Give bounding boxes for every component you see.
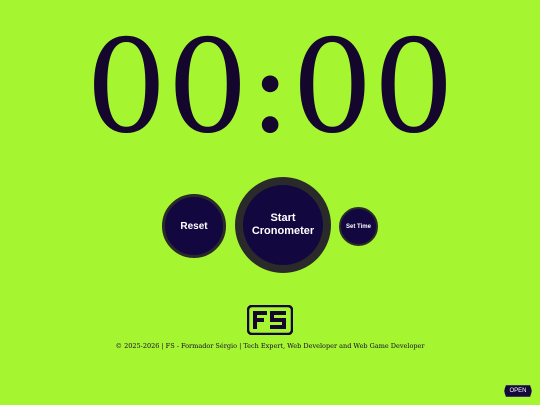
reset-button-label: Reset <box>180 220 208 232</box>
footer-copyright: © 2025-2026 | FS - Formador Sérgio | Tec… <box>115 342 425 350</box>
set-time-button[interactable]: Set Time <box>339 207 378 246</box>
open-button-label: OPEN <box>509 388 527 394</box>
start-button[interactable]: Start Cronometer <box>235 177 331 273</box>
set-time-button-label: Set Time <box>346 223 371 230</box>
chronometer-page: 00:00 Reset Start Cronometer Set Time © … <box>0 0 540 405</box>
reset-button[interactable]: Reset <box>162 194 226 258</box>
start-button-label: Start Cronometer <box>251 212 315 237</box>
open-button[interactable]: OPEN <box>504 385 532 397</box>
fs-logo-icon <box>247 305 293 335</box>
timer-display: 00:00 <box>85 13 455 162</box>
